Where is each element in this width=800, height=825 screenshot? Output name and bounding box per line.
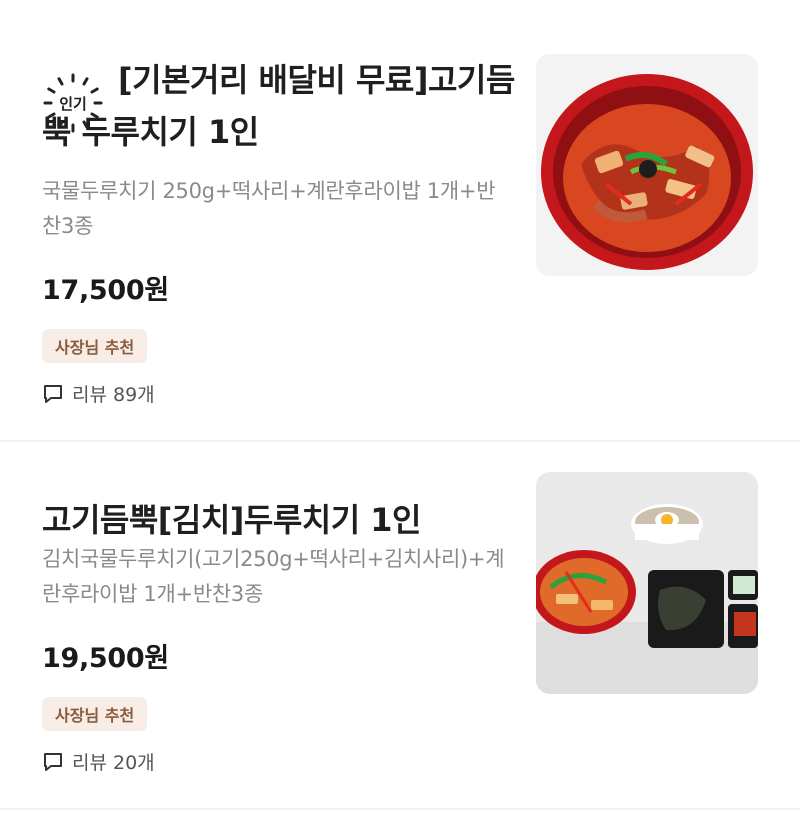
menu-item[interactable]: 고기듬뿍[김치]두루치기 1인 김치국물두루치기(고기250g+떡사리+김치사리…	[0, 442, 800, 812]
speech-bubble-icon	[44, 384, 62, 403]
popular-badge: 인기	[42, 72, 104, 134]
menu-price: 17,500원	[42, 275, 169, 306]
menu-price: 19,500원	[42, 643, 169, 674]
recommend-tag: 사장님 추천	[42, 697, 148, 731]
menu-item[interactable]: 인기 [기본거리 배달비 무료]고기듬뿍 두루치기 1인 국물두루치기 250g…	[0, 0, 800, 440]
menu-title[interactable]: 고기듬뿍[김치]두루치기 1인	[42, 494, 512, 546]
menu-title-row: 인기 [기본거리 배달비 무료]고기듬뿍 두루치기 1인	[42, 54, 522, 158]
menu-title[interactable]: [기본거리 배달비 무료]고기듬뿍 두루치기 1인	[42, 54, 522, 158]
food-photo-icon	[536, 54, 758, 276]
speech-bubble-icon	[44, 752, 62, 771]
divider	[0, 808, 800, 810]
menu-image[interactable]	[536, 54, 758, 276]
recommend-tag: 사장님 추천	[42, 329, 148, 363]
review-count-label: 리뷰 20개	[72, 752, 155, 774]
review-count[interactable]: 리뷰 20개	[42, 748, 155, 775]
menu-description: 김치국물두루치기(고기250g+떡사리+김치사리)+계란후라이밥 1개+반찬3종	[42, 547, 505, 606]
popular-badge-label: 인기	[59, 94, 87, 113]
review-count[interactable]: 리뷰 89개	[42, 380, 155, 407]
food-photo-icon	[536, 472, 758, 694]
menu-image[interactable]	[536, 472, 758, 694]
review-count-label: 리뷰 89개	[72, 384, 155, 406]
menu-description: 국물두루치기 250g+떡사리+계란후라이밥 1개+반찬3종	[42, 179, 496, 238]
